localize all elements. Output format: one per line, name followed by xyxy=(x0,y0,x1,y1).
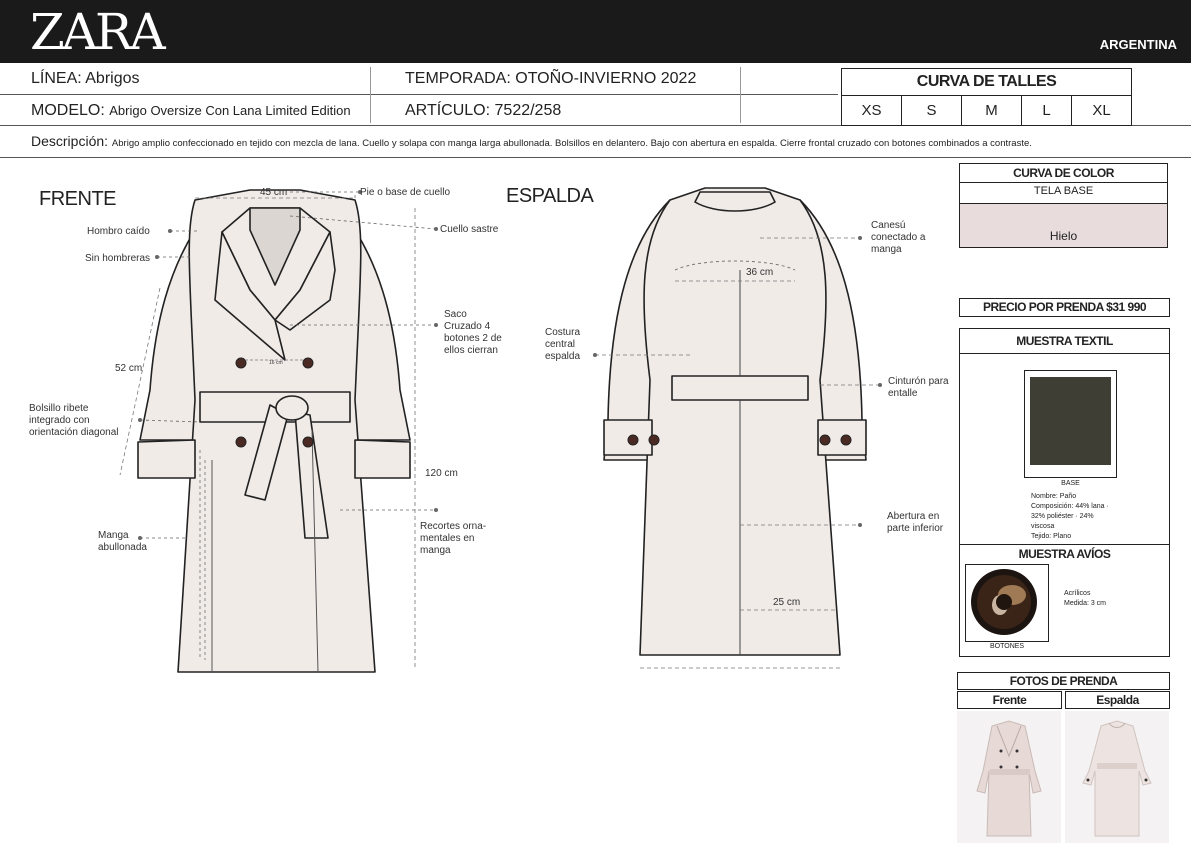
textile-detail: Tejido: Plano xyxy=(1031,533,1072,540)
modelo-label: MODELO: xyxy=(31,102,105,119)
label-abertura: Abertura en parte inferior xyxy=(887,511,944,534)
front-button xyxy=(235,436,247,448)
front-button xyxy=(235,357,247,369)
textile-swatch-frame xyxy=(1024,370,1117,478)
photos-title-box: FOTOS DE PRENDA xyxy=(957,672,1170,690)
photos-title: FOTOS DE PRENDA xyxy=(1009,674,1118,688)
color-name: Hielo xyxy=(1049,229,1078,243)
textile-detail: 32% poliéster · 24% xyxy=(1031,513,1094,520)
photo-front-header: Frente xyxy=(957,691,1062,709)
header-bar xyxy=(0,0,1191,63)
modelo-field: MODELO: Abrigo Oversize Con Lana Limited… xyxy=(31,102,351,120)
label-hombro: Hombro caído xyxy=(87,226,150,237)
textile-caption: BASE xyxy=(1061,480,1080,487)
size-cell: XS xyxy=(842,96,902,125)
photo-back-label: Espalda xyxy=(1096,693,1139,707)
linea-field: LÍNEA: Abrigos xyxy=(31,70,140,88)
label-recortes: Recortes orna- mentales en manga xyxy=(420,521,487,556)
size-cell: S xyxy=(902,96,962,125)
measure-total-length: 120 cm xyxy=(425,468,458,479)
textile-title: MUESTRA TEXTIL xyxy=(1016,334,1113,348)
back-view-title: ESPALDA xyxy=(506,185,594,207)
trims-title: MUESTRA AVÍOS xyxy=(1018,547,1111,561)
label-manga: Manga abullonada xyxy=(98,530,147,553)
divider xyxy=(370,67,371,123)
front-button xyxy=(302,357,314,369)
label-canesu: Canesú conectado a manga xyxy=(871,220,926,255)
country-label: ARGENTINA xyxy=(1099,37,1177,52)
articulo-value: 7522/258 xyxy=(494,102,562,119)
textile-swatch xyxy=(1030,377,1111,465)
size-curve-title: CURVA DE TALLES xyxy=(842,69,1131,96)
textile-detail: viscosa xyxy=(1031,523,1055,530)
color-curve-title: CURVA DE COLOR xyxy=(1013,166,1114,180)
measure-neck-width: 45 cm xyxy=(260,187,288,198)
temporada-value: OTOÑO-INVIERNO 2022 xyxy=(515,70,697,87)
measure-slit: 25 cm xyxy=(773,597,801,608)
trims-caption: BOTONES xyxy=(990,643,1025,650)
color-fabric-label: TELA BASE xyxy=(1033,185,1094,197)
back-coat-drawing xyxy=(593,187,882,669)
button-sample-image xyxy=(971,569,1037,635)
textile-detail: Nombre: Paño xyxy=(1031,493,1077,500)
linea-value: Abrigos xyxy=(85,70,140,87)
size-curve-table: CURVA DE TALLES XS S M L XL xyxy=(841,68,1132,126)
label-hombreras: Sin hombreras xyxy=(85,253,151,264)
temporada-label: TEMPORADA: xyxy=(405,70,511,87)
trims-detail: Acrílicos xyxy=(1064,590,1091,597)
photo-front-label: Frente xyxy=(992,693,1027,707)
brand-logo: ZARA xyxy=(30,3,166,61)
textile-detail: Composición: 44% lana · xyxy=(1031,503,1109,510)
size-cell: L xyxy=(1022,96,1072,125)
front-button xyxy=(302,436,314,448)
price-box: PRECIO POR PRENDA $31 990 xyxy=(959,298,1170,317)
divider xyxy=(0,94,838,95)
measure-button-spacing: 16 cm xyxy=(269,360,283,366)
temporada-field: TEMPORADA: OTOÑO-INVIERNO 2022 xyxy=(405,70,696,88)
photo-front-image xyxy=(976,720,1042,837)
label-bolsillo: Bolsillo ribete integrado con orientació… xyxy=(29,403,119,438)
front-belt-knot xyxy=(275,395,309,421)
label-pie-cuello: Pie o base de cuello xyxy=(360,187,451,198)
divider xyxy=(740,67,741,123)
linea-label: LÍNEA: xyxy=(31,70,82,87)
label-costura: Costura central espalda xyxy=(545,327,581,362)
back-button xyxy=(627,434,639,446)
articulo-label: ARTÍCULO: xyxy=(405,102,491,119)
photo-back-header: Espalda xyxy=(1065,691,1170,709)
photo-front xyxy=(957,711,1061,843)
divider xyxy=(0,157,1191,158)
back-button xyxy=(840,434,852,446)
label-saco-cruzado: Saco Cruzado 4 botones 2 de ellos cierra… xyxy=(444,309,502,356)
size-cell: XL xyxy=(1092,102,1111,119)
front-cuff-right xyxy=(354,439,411,479)
description-label: Descripción: xyxy=(31,133,109,149)
size-cell: M xyxy=(962,96,1022,125)
label-cinturon: Cinturón para entalle xyxy=(888,376,949,399)
back-belt xyxy=(671,375,809,401)
back-cuff-left xyxy=(603,419,653,456)
measure-back-width: 36 cm xyxy=(746,267,774,278)
articulo-field: ARTÍCULO: 7522/258 xyxy=(405,102,561,120)
measure-sleeve-length: 52 cm xyxy=(115,363,143,374)
color-curve-box: CURVA DE COLOR TELA BASE Hielo xyxy=(959,163,1168,248)
photo-back xyxy=(1065,711,1169,843)
label-cuello-sastre: Cuello sastre xyxy=(440,224,499,235)
trims-detail: Medida: 3 cm xyxy=(1064,600,1107,607)
description: Descripción: Abrigo amplio confeccionado… xyxy=(31,133,1032,149)
front-cuff-left xyxy=(137,439,196,479)
modelo-value: Abrigo Oversize Con Lana Limited Edition xyxy=(109,103,351,118)
button-sample-frame xyxy=(965,564,1049,642)
description-text: Abrigo amplio confeccionado en tejido co… xyxy=(111,138,1032,149)
price-label: PRECIO POR PRENDA $31 990 xyxy=(982,300,1147,314)
back-button xyxy=(648,434,660,446)
photo-back-image xyxy=(1082,720,1152,837)
textile-sample-box: MUESTRA TEXTIL BASE Nombre: Paño Composi… xyxy=(959,328,1170,657)
back-button xyxy=(819,434,831,446)
